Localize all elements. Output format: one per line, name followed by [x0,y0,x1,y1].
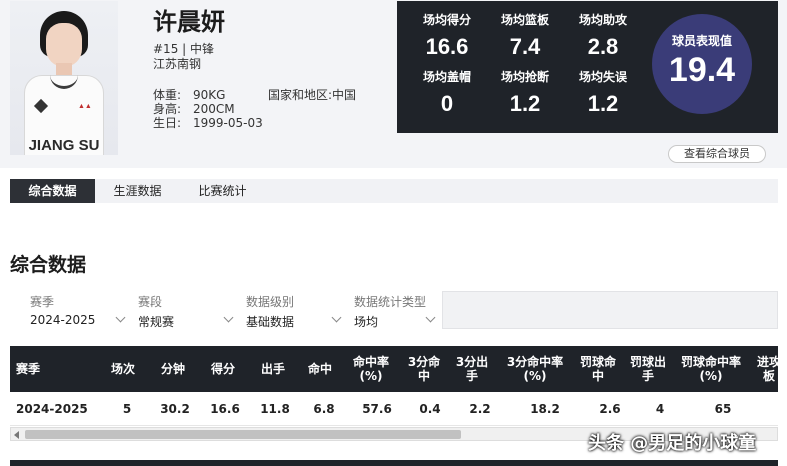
player-birth: 生日: 1999-05-03 [153,114,263,131]
tabs-bar: 综合数据 生涯数据 比赛统计 [10,179,778,203]
stat-value: 1.2 [587,91,619,116]
player-region: 国家和地区:中国 [268,86,356,103]
table-header-cell: 罚球出 手 [629,355,666,383]
next-table-header-edge [10,460,778,466]
table-cell: 16.6 [210,402,240,416]
tab-career[interactable]: 生涯数据 [95,179,180,203]
table-cell: 30.2 [160,402,190,416]
table-header-cell: 分钟 [160,362,185,376]
stat-value: 16.6 [425,34,469,59]
tab-game-stats[interactable]: 比赛统计 [180,179,265,203]
filter-placeholder-box [442,291,778,329]
table-header: 赛季 场次 分钟 得分 出手 命中 命中率 (%) 3分命 中 3分出 手 3分… [10,346,778,392]
filter-value: 常规赛 [138,315,175,329]
table-cell: 6.8 [313,402,335,416]
birth-label: 生日: [153,116,182,130]
stat-label: 场均得分 [422,13,471,27]
sponsor-logo-icon: ▲▲ [78,103,92,110]
stat-rebounds: 场均篮板 7.4 [485,11,565,60]
table-cell: 4 [655,402,665,416]
table-header-cell: 场次 [110,362,135,376]
stat-value: 0 [440,91,454,116]
stat-label: 场均失误 [578,70,627,84]
performance-label: 球员表现值 [671,34,732,48]
stat-value: 1.2 [509,91,541,116]
season-select[interactable]: 赛季 2024-2025 [30,293,130,329]
table-cell: 2.2 [469,402,491,416]
filter-label: 数据级别 [246,295,295,309]
section-title: 综合数据 [10,254,87,276]
table-header-cell: 罚球命中率 (%) [680,355,741,383]
table-header-cell: 得分 [210,362,235,376]
filter-value: 2024-2025 [30,313,96,327]
filter-value: 基础数据 [246,315,295,329]
watermark: 头条 @男足的小球童 [588,433,757,454]
scroll-thumb[interactable] [25,430,461,439]
stage-select[interactable]: 赛段 常规赛 [138,293,238,329]
table-cell: 2.6 [599,402,621,416]
birth-value: 1999-05-03 [193,116,263,130]
stat-turnovers: 场均失误 1.2 [563,68,643,117]
table-cell: 65 [714,402,732,416]
table-header-cell: 罚球命 中 [579,355,616,383]
player-team: 江苏南钢 [153,57,202,71]
player-photo: ▲▲ JIANG SU [10,1,118,155]
stat-type-select[interactable]: 数据统计类型 场均 [354,293,440,329]
table-cell: 5 [122,402,132,416]
performance-score: 球员表现值 19.4 [652,14,752,114]
table-header-cell: 出手 [260,362,285,376]
table-cell: 2024-2025 [16,402,88,416]
tab-overview[interactable]: 综合数据 [10,179,95,203]
filter-label: 赛段 [138,295,163,309]
table-row: 2024-2025 5 30.2 16.6 11.8 6.8 57.6 0.4 … [10,392,778,426]
filter-label: 赛季 [30,295,55,309]
region-value: 中国 [332,88,357,102]
table-header-cell: 命中率 (%) [352,355,389,383]
player-name: 许晨妍 [153,8,225,36]
stat-value: 7.4 [509,34,541,59]
region-label: 国家和地区: [268,88,333,102]
table-cell: 0.4 [419,402,441,416]
performance-value: 19.4 [668,51,736,89]
data-level-select[interactable]: 数据级别 基础数据 [246,293,346,329]
stat-assists: 场均助攻 2.8 [563,11,643,60]
table-header-cell: 3分命中率 (%) [506,355,564,383]
stat-value: 2.8 [587,34,619,59]
table-header-cell: 3分命 中 [407,355,441,383]
stat-blocks: 场均盖帽 0 [407,68,487,117]
table-cell: 57.6 [362,402,392,416]
jersey-text: JIANG SU [28,137,100,154]
stat-label: 场均抢断 [500,70,549,84]
stat-label: 场均助攻 [578,13,627,27]
stat-label: 场均盖帽 [422,70,471,84]
scroll-left-arrow-icon[interactable] [14,431,19,439]
compare-players-button[interactable]: 查看综合球员 [668,145,766,163]
stat-points: 场均得分 16.6 [407,11,487,60]
filter-label: 数据统计类型 [354,295,427,309]
stat-label: 场均篮板 [500,13,549,27]
table-header-cell: 3分出 手 [455,355,489,383]
table-header-cell: 赛季 [16,362,41,376]
table-cell: 11.8 [260,402,290,416]
table-cell: 18.2 [530,402,560,416]
stat-steals: 场均抢断 1.2 [485,68,565,117]
table-header-cell: 进攻 板 [756,355,778,383]
table-header-cell: 命中 [307,362,332,376]
